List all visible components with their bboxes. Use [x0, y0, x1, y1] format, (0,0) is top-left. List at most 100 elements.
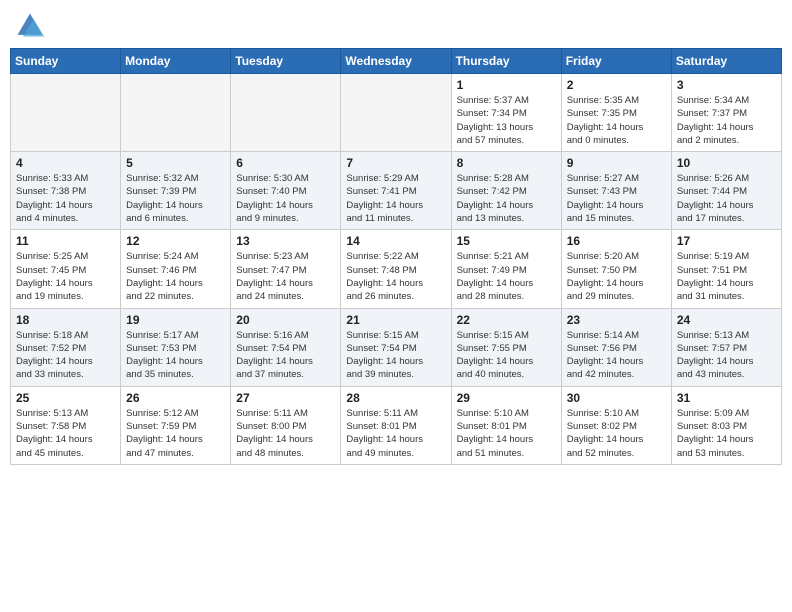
calendar-cell: 16Sunrise: 5:20 AM Sunset: 7:50 PM Dayli…: [561, 230, 671, 308]
day-info: Sunrise: 5:13 AM Sunset: 7:57 PM Dayligh…: [677, 329, 776, 382]
day-info: Sunrise: 5:15 AM Sunset: 7:55 PM Dayligh…: [457, 329, 556, 382]
day-number: 14: [346, 234, 445, 248]
weekday-header: Wednesday: [341, 49, 451, 74]
calendar-cell: 17 Sunrise: 5:19 AM Sunset: 7:51 PM Dayli…: [671, 230, 781, 308]
day-number: 28: [346, 391, 445, 405]
calendar-cell: 28Sunrise: 5:11 AM Sunset: 8:01 PM Dayli…: [341, 386, 451, 464]
day-info: Sunrise: 5:18 AM Sunset: 7:52 PM Dayligh…: [16, 329, 115, 382]
calendar-cell: 22 Sunrise: 5:15 AM Sunset: 7:55 PM Dayli…: [451, 308, 561, 386]
day-number: 24: [677, 313, 776, 327]
day-number: 9: [567, 156, 666, 170]
calendar-cell: 11 Sunrise: 5:25 AM Sunset: 7:45 PM Dayli…: [11, 230, 121, 308]
calendar-cell: 29Sunrise: 5:10 AM Sunset: 8:01 PM Dayli…: [451, 386, 561, 464]
day-info: Sunrise: 5:09 AM Sunset: 8:03 PM Dayligh…: [677, 407, 776, 460]
calendar-cell: 12 Sunrise: 5:24 AM Sunset: 7:46 PM Dayli…: [121, 230, 231, 308]
calendar-cell: 5 Sunrise: 5:32 AM Sunset: 7:39 PM Daylig…: [121, 152, 231, 230]
day-info: Sunrise: 5:13 AM Sunset: 7:58 PM Dayligh…: [16, 407, 115, 460]
calendar-cell: 27 Sunrise: 5:11 AM Sunset: 8:00 PM Dayli…: [231, 386, 341, 464]
day-number: 22: [457, 313, 556, 327]
day-info: Sunrise: 5:10 AM Sunset: 8:02 PM Dayligh…: [567, 407, 666, 460]
day-info: Sunrise: 5:25 AM Sunset: 7:45 PM Dayligh…: [16, 250, 115, 303]
calendar-cell: 13 Sunrise: 5:23 AM Sunset: 7:47 PM Dayli…: [231, 230, 341, 308]
day-number: 8: [457, 156, 556, 170]
day-info: Sunrise: 5:28 AM Sunset: 7:42 PM Dayligh…: [457, 172, 556, 225]
calendar-cell: 25Sunrise: 5:13 AM Sunset: 7:58 PM Dayli…: [11, 386, 121, 464]
day-number: 11: [16, 234, 115, 248]
day-info: Sunrise: 5:17 AM Sunset: 7:53 PM Dayligh…: [126, 329, 225, 382]
day-number: 17: [677, 234, 776, 248]
day-number: 31: [677, 391, 776, 405]
calendar-cell: 7 Sunrise: 5:29 AM Sunset: 7:41 PM Daylig…: [341, 152, 451, 230]
day-number: 26: [126, 391, 225, 405]
calendar-week-row: 18Sunrise: 5:18 AM Sunset: 7:52 PM Dayli…: [11, 308, 782, 386]
day-number: 20: [236, 313, 335, 327]
day-info: Sunrise: 5:29 AM Sunset: 7:41 PM Dayligh…: [346, 172, 445, 225]
day-number: 1: [457, 78, 556, 92]
calendar-cell: 18Sunrise: 5:18 AM Sunset: 7:52 PM Dayli…: [11, 308, 121, 386]
calendar-cell: [11, 74, 121, 152]
day-number: 10: [677, 156, 776, 170]
day-info: Sunrise: 5:21 AM Sunset: 7:49 PM Dayligh…: [457, 250, 556, 303]
calendar-cell: 6 Sunrise: 5:30 AM Sunset: 7:40 PM Daylig…: [231, 152, 341, 230]
calendar-week-row: 4 Sunrise: 5:33 AM Sunset: 7:38 PM Daylig…: [11, 152, 782, 230]
day-number: 27: [236, 391, 335, 405]
logo-icon: [14, 10, 46, 42]
calendar-week-row: 25Sunrise: 5:13 AM Sunset: 7:58 PM Dayli…: [11, 386, 782, 464]
weekday-header: Sunday: [11, 49, 121, 74]
day-info: Sunrise: 5:32 AM Sunset: 7:39 PM Dayligh…: [126, 172, 225, 225]
day-info: Sunrise: 5:35 AM Sunset: 7:35 PM Dayligh…: [567, 94, 666, 147]
weekday-header: Saturday: [671, 49, 781, 74]
calendar-cell: 26 Sunrise: 5:12 AM Sunset: 7:59 PM Dayli…: [121, 386, 231, 464]
day-number: 13: [236, 234, 335, 248]
page-header: [10, 10, 782, 42]
day-info: Sunrise: 5:34 AM Sunset: 7:37 PM Dayligh…: [677, 94, 776, 147]
calendar-cell: 20Sunrise: 5:16 AM Sunset: 7:54 PM Dayli…: [231, 308, 341, 386]
day-info: Sunrise: 5:12 AM Sunset: 7:59 PM Dayligh…: [126, 407, 225, 460]
calendar-cell: [341, 74, 451, 152]
logo: [14, 10, 50, 42]
day-info: Sunrise: 5:27 AM Sunset: 7:43 PM Dayligh…: [567, 172, 666, 225]
day-number: 6: [236, 156, 335, 170]
weekday-header: Friday: [561, 49, 671, 74]
day-number: 16: [567, 234, 666, 248]
day-info: Sunrise: 5:19 AM Sunset: 7:51 PM Dayligh…: [677, 250, 776, 303]
day-info: Sunrise: 5:26 AM Sunset: 7:44 PM Dayligh…: [677, 172, 776, 225]
day-number: 23: [567, 313, 666, 327]
day-number: 30: [567, 391, 666, 405]
day-info: Sunrise: 5:15 AM Sunset: 7:54 PM Dayligh…: [346, 329, 445, 382]
calendar-cell: 10 Sunrise: 5:26 AM Sunset: 7:44 PM Dayli…: [671, 152, 781, 230]
day-number: 5: [126, 156, 225, 170]
calendar-cell: 3 Sunrise: 5:34 AM Sunset: 7:37 PM Daylig…: [671, 74, 781, 152]
day-info: Sunrise: 5:24 AM Sunset: 7:46 PM Dayligh…: [126, 250, 225, 303]
weekday-header: Thursday: [451, 49, 561, 74]
calendar-cell: [121, 74, 231, 152]
calendar-cell: 30 Sunrise: 5:10 AM Sunset: 8:02 PM Dayli…: [561, 386, 671, 464]
calendar-cell: 23 Sunrise: 5:14 AM Sunset: 7:56 PM Dayli…: [561, 308, 671, 386]
calendar-cell: 8 Sunrise: 5:28 AM Sunset: 7:42 PM Daylig…: [451, 152, 561, 230]
calendar-cell: 2Sunrise: 5:35 AM Sunset: 7:35 PM Daylig…: [561, 74, 671, 152]
day-number: 21: [346, 313, 445, 327]
day-number: 3: [677, 78, 776, 92]
weekday-header: Monday: [121, 49, 231, 74]
day-info: Sunrise: 5:11 AM Sunset: 8:00 PM Dayligh…: [236, 407, 335, 460]
calendar-cell: 15 Sunrise: 5:21 AM Sunset: 7:49 PM Dayli…: [451, 230, 561, 308]
day-number: 4: [16, 156, 115, 170]
day-number: 7: [346, 156, 445, 170]
calendar-cell: [231, 74, 341, 152]
calendar-cell: 31 Sunrise: 5:09 AM Sunset: 8:03 PM Dayli…: [671, 386, 781, 464]
calendar-cell: 1Sunrise: 5:37 AM Sunset: 7:34 PM Daylig…: [451, 74, 561, 152]
day-info: Sunrise: 5:33 AM Sunset: 7:38 PM Dayligh…: [16, 172, 115, 225]
day-number: 19: [126, 313, 225, 327]
calendar-cell: 4 Sunrise: 5:33 AM Sunset: 7:38 PM Daylig…: [11, 152, 121, 230]
day-number: 12: [126, 234, 225, 248]
calendar-cell: 9 Sunrise: 5:27 AM Sunset: 7:43 PM Daylig…: [561, 152, 671, 230]
calendar-cell: 19 Sunrise: 5:17 AM Sunset: 7:53 PM Dayli…: [121, 308, 231, 386]
day-info: Sunrise: 5:30 AM Sunset: 7:40 PM Dayligh…: [236, 172, 335, 225]
calendar-week-row: 11 Sunrise: 5:25 AM Sunset: 7:45 PM Dayli…: [11, 230, 782, 308]
day-number: 29: [457, 391, 556, 405]
day-info: Sunrise: 5:23 AM Sunset: 7:47 PM Dayligh…: [236, 250, 335, 303]
day-info: Sunrise: 5:14 AM Sunset: 7:56 PM Dayligh…: [567, 329, 666, 382]
day-info: Sunrise: 5:22 AM Sunset: 7:48 PM Dayligh…: [346, 250, 445, 303]
weekday-header: Tuesday: [231, 49, 341, 74]
day-number: 15: [457, 234, 556, 248]
